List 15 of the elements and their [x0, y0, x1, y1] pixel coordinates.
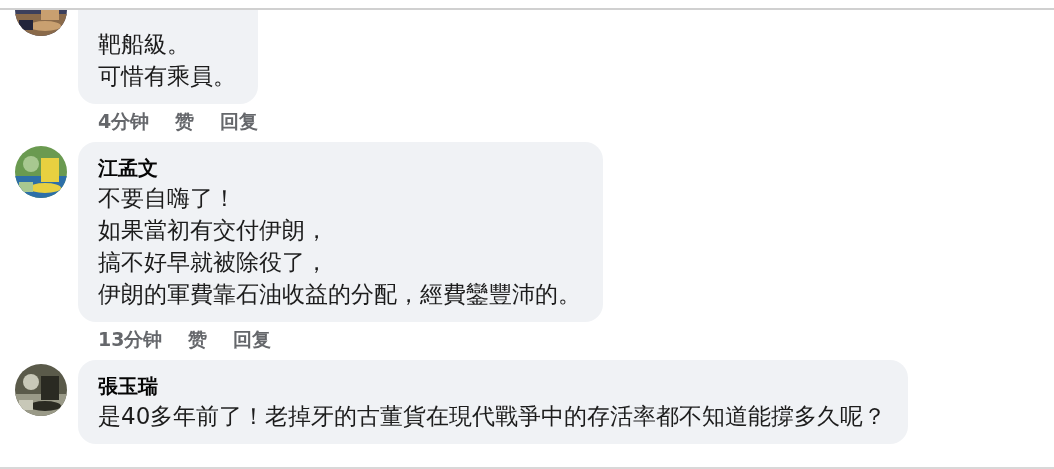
author-name[interactable]: 江孟文 — [98, 154, 158, 182]
timestamp[interactable]: 13分钟 — [98, 326, 163, 352]
author-name[interactable]: 張玉瑞 — [98, 372, 158, 400]
timestamp[interactable]: 4分钟 — [98, 108, 150, 134]
like-link[interactable]: 赞 — [188, 326, 208, 352]
comment-text: 是40多年前了！老掉牙的古董貨在現代戰爭中的存活率都不知道能撐多久呢？ — [98, 402, 887, 431]
reply-link[interactable]: 回复 — [233, 326, 272, 352]
comment-text: 可惜有乘員。 — [98, 62, 236, 91]
comment-text: 靶船級。 — [98, 30, 190, 59]
comment-text: 如果當初有交付伊朗， — [98, 216, 328, 245]
comment-text: 搞不好早就被除役了， — [98, 248, 328, 277]
comment-text: 伊朗的軍費靠石油收益的分配，經費鑾豐沛的。 — [98, 280, 581, 309]
reply-link[interactable]: 回复 — [220, 108, 259, 134]
comment-text: 不要自嗨了！ — [98, 184, 236, 213]
like-link[interactable]: 赞 — [175, 108, 195, 134]
